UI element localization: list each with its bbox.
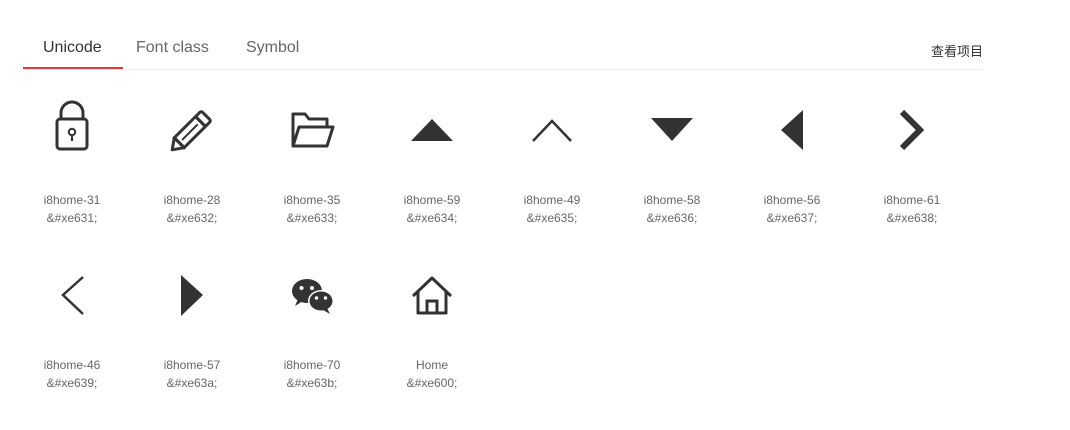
triangle-up-icon [372,90,492,170]
icon-card: Home &#xe600; [372,255,492,420]
icon-card: i8home-31 &#xe631; [12,90,132,255]
icon-code: &#xe631; [46,211,98,225]
icon-name: i8home-49 [523,193,581,207]
tab-font-class[interactable]: Font class [136,39,209,57]
icon-card: i8home-35 &#xe633; [252,90,372,255]
icon-name: i8home-56 [763,193,821,207]
icon-name: i8home-31 [43,193,101,207]
pencil-icon [132,90,252,170]
icon-code: &#xe632; [166,211,218,225]
icon-code: &#xe637; [766,211,818,225]
icon-name: i8home-28 [163,193,221,207]
chevron-right-bold-icon [852,90,972,170]
icon-code: &#xe633; [286,211,338,225]
icon-name: Home [415,358,448,372]
icon-code: &#xe63a; [166,376,218,390]
triangle-down-icon [612,90,732,170]
lock-icon [12,90,132,170]
icon-code: &#xe634; [406,211,458,225]
icon-name: i8home-57 [163,358,221,372]
icon-card: i8home-56 &#xe637; [732,90,852,255]
icon-code: &#xe639; [46,376,98,390]
icon-name: i8home-59 [403,193,461,207]
tab-unicode[interactable]: Unicode [43,39,102,57]
folder-open-icon [252,90,372,170]
tab-nav: Unicode Font class Symbol 查看项目 [23,28,983,70]
icon-code: &#xe638; [886,211,938,225]
chevron-up-icon [492,90,612,170]
chevron-left-icon [12,255,132,335]
icon-grid: i8home-31 &#xe631; i8home-28 &#xe632; i8… [12,90,972,420]
icon-code: &#xe635; [526,211,578,225]
wechat-icon [252,255,372,335]
icon-card: i8home-49 &#xe635; [492,90,612,255]
triangle-left-icon [732,90,852,170]
icon-name: i8home-58 [643,193,701,207]
triangle-right-icon [132,255,252,335]
icon-code: &#xe600; [406,376,458,390]
icon-code: &#xe63b; [286,376,338,390]
icon-card: i8home-59 &#xe634; [372,90,492,255]
icon-card: i8home-70 &#xe63b; [252,255,372,420]
icon-name: i8home-70 [283,358,341,372]
icon-card: i8home-58 &#xe636; [612,90,732,255]
icon-code: &#xe636; [646,211,698,225]
icon-name: i8home-61 [883,193,941,207]
icon-card: i8home-28 &#xe632; [132,90,252,255]
icon-card: i8home-46 &#xe639; [12,255,132,420]
active-tab-indicator [23,67,123,69]
icon-card: i8home-61 &#xe638; [852,90,972,255]
icon-card: i8home-57 &#xe63a; [132,255,252,420]
home-icon [372,255,492,335]
view-project-link[interactable]: 查看项目 [931,41,983,60]
tab-symbol[interactable]: Symbol [246,39,299,57]
icon-name: i8home-35 [283,193,341,207]
icon-name: i8home-46 [43,358,101,372]
